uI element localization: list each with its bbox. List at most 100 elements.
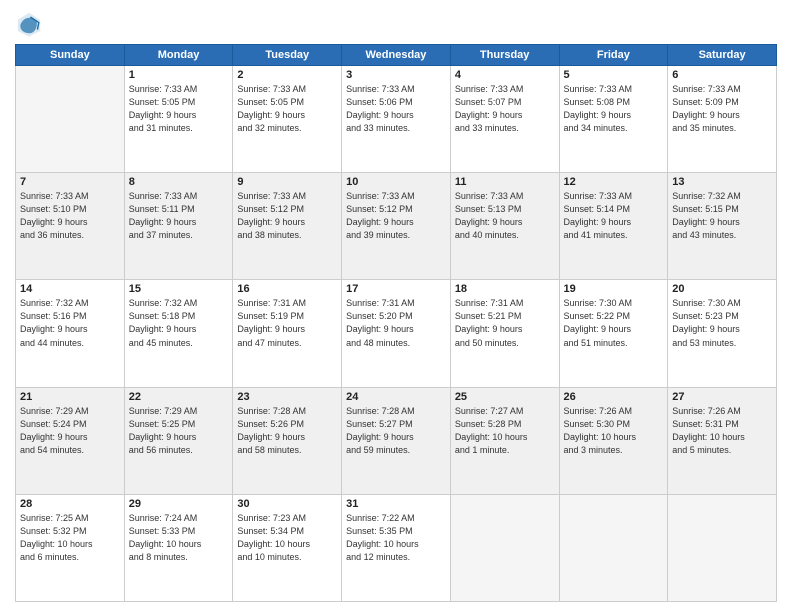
header	[15, 10, 777, 38]
calendar-cell: 4 Sunrise: 7:33 AM Sunset: 5:07 PM Daylig…	[450, 66, 559, 173]
day-number: 28	[20, 498, 120, 510]
day-number: 1	[129, 69, 229, 81]
day-info: Sunrise: 7:27 AM Sunset: 5:28 PM Dayligh…	[455, 405, 555, 457]
weekday-header-thursday: Thursday	[450, 45, 559, 66]
week-row-5: 28 Sunrise: 7:25 AM Sunset: 5:32 PM Dayli…	[16, 494, 777, 601]
day-number: 18	[455, 283, 555, 295]
day-number: 12	[564, 176, 664, 188]
day-info: Sunrise: 7:31 AM Sunset: 5:19 PM Dayligh…	[237, 297, 337, 349]
day-info: Sunrise: 7:31 AM Sunset: 5:21 PM Dayligh…	[455, 297, 555, 349]
day-number: 16	[237, 283, 337, 295]
day-info: Sunrise: 7:33 AM Sunset: 5:12 PM Dayligh…	[346, 190, 446, 242]
calendar-cell: 24 Sunrise: 7:28 AM Sunset: 5:27 PM Dayli…	[342, 387, 451, 494]
day-info: Sunrise: 7:33 AM Sunset: 5:09 PM Dayligh…	[672, 83, 772, 135]
weekday-header-wednesday: Wednesday	[342, 45, 451, 66]
calendar-cell: 15Sunrise: 7:32 AM Sunset: 5:18 PM Dayli…	[124, 280, 233, 387]
week-row-1: 1 Sunrise: 7:33 AM Sunset: 5:05 PM Daylig…	[16, 66, 777, 173]
day-info: Sunrise: 7:29 AM Sunset: 5:25 PM Dayligh…	[129, 405, 229, 457]
day-number: 24	[346, 391, 446, 403]
calendar-cell: 2Sunrise: 7:33 AM Sunset: 5:05 PM Daylig…	[233, 66, 342, 173]
day-number: 21	[20, 391, 120, 403]
day-info: Sunrise: 7:24 AM Sunset: 5:33 PM Dayligh…	[129, 512, 229, 564]
calendar-cell: 28 Sunrise: 7:25 AM Sunset: 5:32 PM Dayli…	[16, 494, 125, 601]
day-number: 8	[129, 176, 229, 188]
day-number: 29	[129, 498, 229, 510]
day-number: 4	[455, 69, 555, 81]
day-number: 11	[455, 176, 555, 188]
day-info: Sunrise: 7:32 AM Sunset: 5:16 PM Dayligh…	[20, 297, 120, 349]
weekday-header-monday: Monday	[124, 45, 233, 66]
day-info: Sunrise: 7:33 AM Sunset: 5:14 PM Dayligh…	[564, 190, 664, 242]
calendar-cell: 21 Sunrise: 7:29 AM Sunset: 5:24 PM Dayli…	[16, 387, 125, 494]
day-number: 6	[672, 69, 772, 81]
day-info: Sunrise: 7:32 AM Sunset: 5:15 PM Dayligh…	[672, 190, 772, 242]
day-number: 25	[455, 391, 555, 403]
calendar-cell: 19Sunrise: 7:30 AM Sunset: 5:22 PM Dayli…	[559, 280, 668, 387]
calendar-cell: 8 Sunrise: 7:33 AM Sunset: 5:11 PM Daylig…	[124, 173, 233, 280]
calendar-cell: 7 Sunrise: 7:33 AM Sunset: 5:10 PM Daylig…	[16, 173, 125, 280]
calendar-cell: 12 Sunrise: 7:33 AM Sunset: 5:14 PM Dayli…	[559, 173, 668, 280]
calendar-cell: 30Sunrise: 7:23 AM Sunset: 5:34 PM Dayli…	[233, 494, 342, 601]
day-number: 13	[672, 176, 772, 188]
calendar-cell: 23 Sunrise: 7:28 AM Sunset: 5:26 PM Dayli…	[233, 387, 342, 494]
calendar-cell: 6 Sunrise: 7:33 AM Sunset: 5:09 PM Daylig…	[668, 66, 777, 173]
calendar-cell: 1Sunrise: 7:33 AM Sunset: 5:05 PM Daylig…	[124, 66, 233, 173]
day-number: 7	[20, 176, 120, 188]
day-info: Sunrise: 7:33 AM Sunset: 5:07 PM Dayligh…	[455, 83, 555, 135]
day-number: 19	[564, 283, 664, 295]
calendar-cell: 16 Sunrise: 7:31 AM Sunset: 5:19 PM Dayli…	[233, 280, 342, 387]
day-number: 9	[237, 176, 337, 188]
calendar-cell: 29 Sunrise: 7:24 AM Sunset: 5:33 PM Dayli…	[124, 494, 233, 601]
day-info: Sunrise: 7:28 AM Sunset: 5:26 PM Dayligh…	[237, 405, 337, 457]
calendar-cell: 10 Sunrise: 7:33 AM Sunset: 5:12 PM Dayli…	[342, 173, 451, 280]
logo-icon	[15, 10, 43, 38]
calendar-cell	[450, 494, 559, 601]
calendar-cell	[559, 494, 668, 601]
day-info: Sunrise: 7:33 AM Sunset: 5:05 PM Dayligh…	[237, 83, 337, 135]
day-info: Sunrise: 7:30 AM Sunset: 5:23 PM Dayligh…	[672, 297, 772, 349]
day-info: Sunrise: 7:33 AM Sunset: 5:12 PM Dayligh…	[237, 190, 337, 242]
calendar-cell: 17Sunrise: 7:31 AM Sunset: 5:20 PM Dayli…	[342, 280, 451, 387]
day-info: Sunrise: 7:33 AM Sunset: 5:08 PM Dayligh…	[564, 83, 664, 135]
day-info: Sunrise: 7:23 AM Sunset: 5:34 PM Dayligh…	[237, 512, 337, 564]
day-number: 15	[129, 283, 229, 295]
day-info: Sunrise: 7:33 AM Sunset: 5:10 PM Dayligh…	[20, 190, 120, 242]
day-number: 23	[237, 391, 337, 403]
calendar-cell: 22 Sunrise: 7:29 AM Sunset: 5:25 PM Dayli…	[124, 387, 233, 494]
calendar-table: SundayMondayTuesdayWednesdayThursdayFrid…	[15, 44, 777, 602]
calendar-cell	[16, 66, 125, 173]
week-row-2: 7 Sunrise: 7:33 AM Sunset: 5:10 PM Daylig…	[16, 173, 777, 280]
calendar-cell: 14 Sunrise: 7:32 AM Sunset: 5:16 PM Dayli…	[16, 280, 125, 387]
week-row-3: 14 Sunrise: 7:32 AM Sunset: 5:16 PM Dayli…	[16, 280, 777, 387]
calendar-cell: 13 Sunrise: 7:32 AM Sunset: 5:15 PM Dayli…	[668, 173, 777, 280]
calendar-cell: 20Sunrise: 7:30 AM Sunset: 5:23 PM Dayli…	[668, 280, 777, 387]
calendar-cell	[668, 494, 777, 601]
day-number: 14	[20, 283, 120, 295]
calendar-cell: 27 Sunrise: 7:26 AM Sunset: 5:31 PM Dayli…	[668, 387, 777, 494]
calendar-cell: 18 Sunrise: 7:31 AM Sunset: 5:21 PM Dayli…	[450, 280, 559, 387]
day-number: 10	[346, 176, 446, 188]
day-info: Sunrise: 7:33 AM Sunset: 5:06 PM Dayligh…	[346, 83, 446, 135]
week-row-4: 21 Sunrise: 7:29 AM Sunset: 5:24 PM Dayli…	[16, 387, 777, 494]
day-info: Sunrise: 7:33 AM Sunset: 5:11 PM Dayligh…	[129, 190, 229, 242]
day-number: 22	[129, 391, 229, 403]
calendar-cell: 26 Sunrise: 7:26 AM Sunset: 5:30 PM Dayli…	[559, 387, 668, 494]
day-number: 26	[564, 391, 664, 403]
day-info: Sunrise: 7:33 AM Sunset: 5:13 PM Dayligh…	[455, 190, 555, 242]
logo	[15, 10, 47, 38]
day-info: Sunrise: 7:29 AM Sunset: 5:24 PM Dayligh…	[20, 405, 120, 457]
day-info: Sunrise: 7:25 AM Sunset: 5:32 PM Dayligh…	[20, 512, 120, 564]
calendar-cell: 5 Sunrise: 7:33 AM Sunset: 5:08 PM Daylig…	[559, 66, 668, 173]
day-info: Sunrise: 7:26 AM Sunset: 5:31 PM Dayligh…	[672, 405, 772, 457]
day-info: Sunrise: 7:26 AM Sunset: 5:30 PM Dayligh…	[564, 405, 664, 457]
day-info: Sunrise: 7:31 AM Sunset: 5:20 PM Dayligh…	[346, 297, 446, 349]
day-info: Sunrise: 7:28 AM Sunset: 5:27 PM Dayligh…	[346, 405, 446, 457]
calendar-cell: 3 Sunrise: 7:33 AM Sunset: 5:06 PM Daylig…	[342, 66, 451, 173]
day-number: 3	[346, 69, 446, 81]
day-number: 27	[672, 391, 772, 403]
calendar-cell: 9 Sunrise: 7:33 AM Sunset: 5:12 PM Daylig…	[233, 173, 342, 280]
calendar-cell: 11 Sunrise: 7:33 AM Sunset: 5:13 PM Dayli…	[450, 173, 559, 280]
day-number: 5	[564, 69, 664, 81]
weekday-header-tuesday: Tuesday	[233, 45, 342, 66]
weekday-header-saturday: Saturday	[668, 45, 777, 66]
